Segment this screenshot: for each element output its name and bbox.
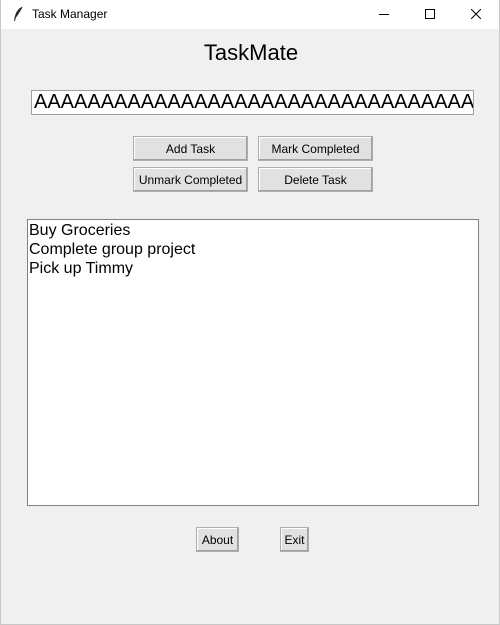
mark-completed-button[interactable]: Mark Completed	[258, 136, 373, 161]
maximize-icon	[425, 6, 435, 24]
exit-button[interactable]: Exit	[280, 527, 309, 552]
window-controls	[361, 0, 499, 29]
unmark-completed-button[interactable]: Unmark Completed	[133, 167, 248, 192]
task-input[interactable]	[31, 90, 474, 115]
maximize-button[interactable]	[407, 0, 453, 29]
list-item[interactable]: Complete group project	[29, 240, 478, 259]
close-icon	[470, 6, 482, 24]
task-list[interactable]: Buy Groceries Complete group project Pic…	[27, 219, 479, 506]
title-bar[interactable]: Task Manager	[1, 0, 499, 29]
close-button[interactable]	[453, 0, 499, 29]
about-button[interactable]: About	[196, 527, 239, 552]
app-heading: TaskMate	[203, 40, 299, 65]
minimize-icon	[379, 6, 389, 24]
window-title: Task Manager	[32, 7, 108, 21]
list-item[interactable]: Buy Groceries	[29, 221, 478, 240]
minimize-button[interactable]	[361, 0, 407, 29]
feather-icon	[12, 6, 24, 22]
add-task-button[interactable]: Add Task	[133, 136, 248, 161]
delete-task-button[interactable]: Delete Task	[258, 167, 373, 192]
app-window: Task Manager TaskMate Add Task Mark Comp…	[0, 0, 500, 625]
list-item[interactable]: Pick up Timmy	[29, 259, 478, 278]
